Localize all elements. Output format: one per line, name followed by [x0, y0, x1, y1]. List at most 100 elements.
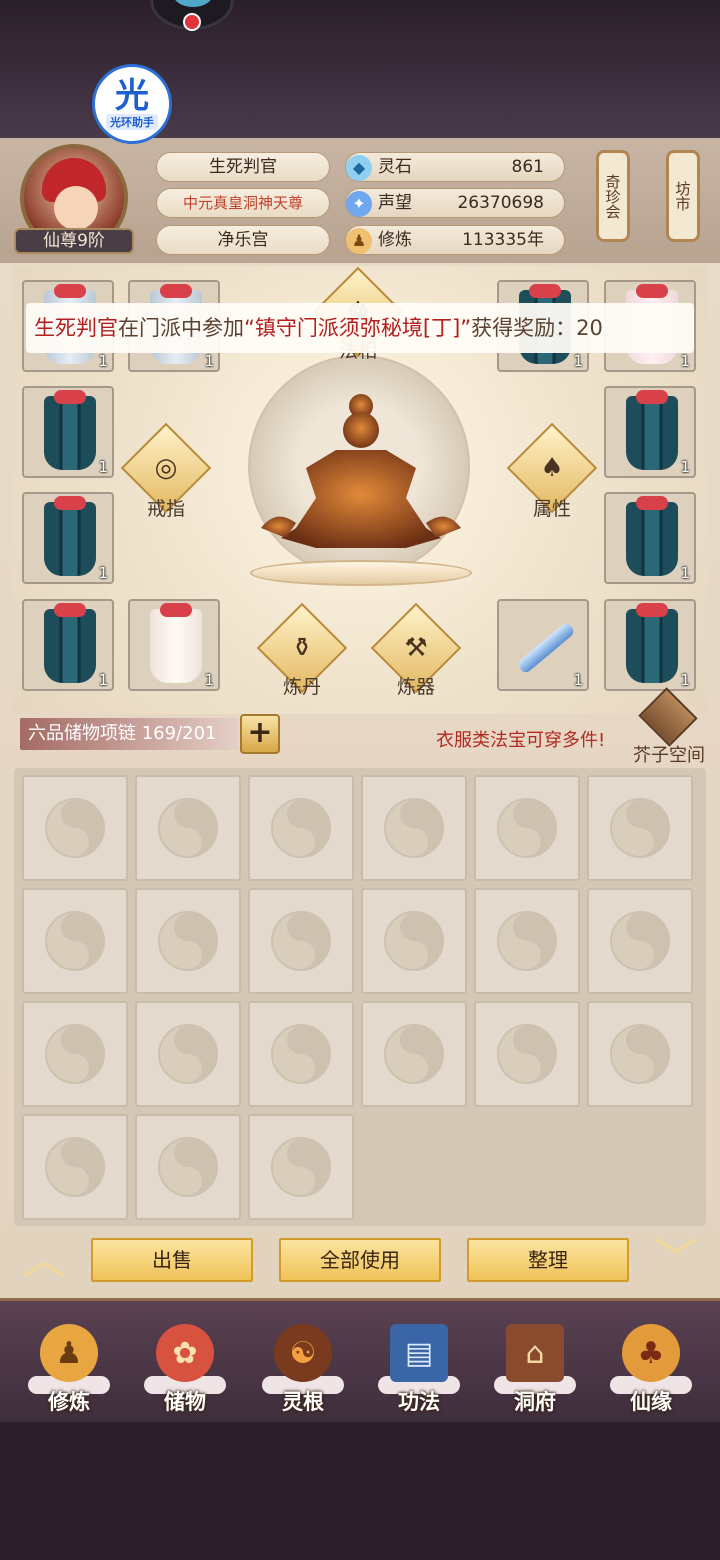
- yin-yang-icon: [158, 1137, 218, 1197]
- robe-icon: [44, 603, 96, 683]
- inventory-slot[interactable]: [587, 775, 693, 881]
- inventory-slot[interactable]: [135, 888, 241, 994]
- scroll-up-icon[interactable]: ︿: [14, 1238, 74, 1282]
- yin-yang-icon: [271, 1137, 331, 1197]
- item-count: 1: [680, 671, 690, 689]
- equip-slot[interactable]: 1: [22, 599, 114, 691]
- item-count: 1: [98, 352, 108, 370]
- inventory-slot[interactable]: [361, 1001, 467, 1107]
- yin-yang-icon: [271, 798, 331, 858]
- broadcast-banner: 生死判官在门派中参加“镇守门派须弥秘境[丁]”获得奖励：20: [26, 303, 694, 353]
- skill-book-icon: ▤: [390, 1324, 448, 1382]
- inventory-slot[interactable]: [474, 1001, 580, 1107]
- yin-yang-icon: [610, 798, 670, 858]
- nav-fate[interactable]: ♣ 仙缘: [606, 1320, 696, 1420]
- inventory-slot[interactable]: [474, 888, 580, 994]
- broadcast-text: 在门派中参加: [118, 316, 244, 340]
- gourd-icon: ♣: [622, 1324, 680, 1382]
- hat-icon: ♠: [540, 453, 564, 483]
- inventory-slot[interactable]: [248, 888, 354, 994]
- item-count: 1: [680, 458, 690, 476]
- inventory-slot[interactable]: [248, 775, 354, 881]
- alchemy-label: 炼丹: [282, 676, 321, 698]
- item-count: 1: [98, 671, 108, 689]
- equip-slot[interactable]: 1: [128, 599, 220, 691]
- equip-slot[interactable]: 1: [22, 492, 114, 584]
- inventory-slot[interactable]: [248, 1114, 354, 1220]
- sort-button[interactable]: 整理: [467, 1238, 629, 1282]
- assistant-button[interactable]: 光 光环助手: [92, 64, 172, 144]
- anvil-icon: ⚒: [404, 633, 428, 663]
- yin-yang-icon: [384, 798, 444, 858]
- use-all-button[interactable]: 全部使用: [279, 1238, 441, 1282]
- stat-value: 26370698: [457, 193, 544, 213]
- sell-button[interactable]: 出售: [91, 1238, 253, 1282]
- broadcast-event: “镇守门派须弥秘境[丁]”: [244, 316, 472, 340]
- player-title[interactable]: 中元真皇洞神天尊: [156, 188, 330, 218]
- equip-slot[interactable]: 1: [497, 599, 589, 691]
- bottom-background: [0, 1422, 720, 1560]
- fish-icon: [173, 0, 213, 7]
- spirit-root-icon: ☯: [274, 1324, 332, 1382]
- yin-yang-icon: [497, 911, 557, 971]
- inventory-slot[interactable]: [135, 1114, 241, 1220]
- inventory-slot[interactable]: [135, 1001, 241, 1107]
- robe-icon: [626, 496, 678, 576]
- cultivation-nav-icon: ♟: [40, 1324, 98, 1382]
- assistant-label: 光环助手: [106, 114, 158, 130]
- nav-label: 洞府: [514, 1390, 556, 1414]
- cultivation-icon: ♟: [346, 228, 372, 254]
- yin-yang-icon: [384, 911, 444, 971]
- equip-slot[interactable]: 1: [604, 492, 696, 584]
- stat-label: 声望: [378, 193, 412, 213]
- treasure-pavilion-button[interactable]: 奇珍会: [596, 150, 630, 242]
- forge-label: 炼器: [396, 676, 435, 698]
- inventory-slot[interactable]: [587, 888, 693, 994]
- yin-yang-icon: [610, 911, 670, 971]
- chest-icon: [638, 687, 698, 747]
- stat-value: 113335年: [462, 230, 544, 250]
- inventory-slot[interactable]: [248, 1001, 354, 1107]
- nav-cave-house[interactable]: ⌂ 洞府: [490, 1320, 580, 1420]
- item-count: 1: [204, 352, 214, 370]
- nav-label: 储物: [164, 1390, 206, 1414]
- ring-label: 戒指: [146, 498, 185, 520]
- nav-storage[interactable]: ✿ 储物: [140, 1320, 230, 1420]
- yin-yang-icon: [158, 1024, 218, 1084]
- inventory-slot[interactable]: [22, 1001, 128, 1107]
- item-count: 1: [98, 458, 108, 476]
- equip-slot[interactable]: 1: [604, 386, 696, 478]
- stat-spirit-stone: ◆ 灵石 861: [345, 152, 565, 182]
- stat-cultivation: ♟ 修炼 113335年: [345, 225, 565, 255]
- nav-label: 功法: [398, 1390, 440, 1414]
- nav-skills[interactable]: ▤ 功法: [374, 1320, 464, 1420]
- cauldron-icon: ⚱: [291, 633, 313, 663]
- stat-value: 861: [511, 157, 544, 177]
- broadcast-player: 生死判官: [34, 316, 118, 340]
- inventory-slot[interactable]: [22, 888, 128, 994]
- mustard-space-button[interactable]: 芥子空间: [630, 687, 708, 769]
- market-button[interactable]: 坊市: [666, 150, 700, 242]
- ring-icon: ◎: [154, 453, 178, 483]
- inventory-slot[interactable]: [587, 1001, 693, 1107]
- spirit-stone-icon: ◆: [346, 155, 372, 181]
- yin-yang-icon: [497, 1024, 557, 1084]
- expand-storage-button[interactable]: +: [240, 714, 280, 754]
- equip-slot[interactable]: 1: [22, 386, 114, 478]
- nav-spirit-root[interactable]: ☯ 灵根: [258, 1320, 348, 1420]
- robe-icon: [626, 390, 678, 470]
- inventory-slot[interactable]: [361, 775, 467, 881]
- inventory-slot[interactable]: [361, 888, 467, 994]
- item-count: 1: [98, 564, 108, 582]
- item-count: 1: [573, 352, 583, 370]
- item-count: 1: [680, 352, 690, 370]
- nav-cultivation[interactable]: ♟ 修炼: [24, 1320, 114, 1420]
- inventory-slot[interactable]: [22, 775, 128, 881]
- equip-slot[interactable]: 1: [604, 599, 696, 691]
- inventory-slot[interactable]: [474, 775, 580, 881]
- item-count: 1: [680, 564, 690, 582]
- inventory-slot[interactable]: [135, 775, 241, 881]
- inventory-slot[interactable]: [22, 1114, 128, 1220]
- cave-house-icon: ⌂: [506, 1324, 564, 1382]
- scroll-down-icon[interactable]: ﹀: [646, 1238, 706, 1282]
